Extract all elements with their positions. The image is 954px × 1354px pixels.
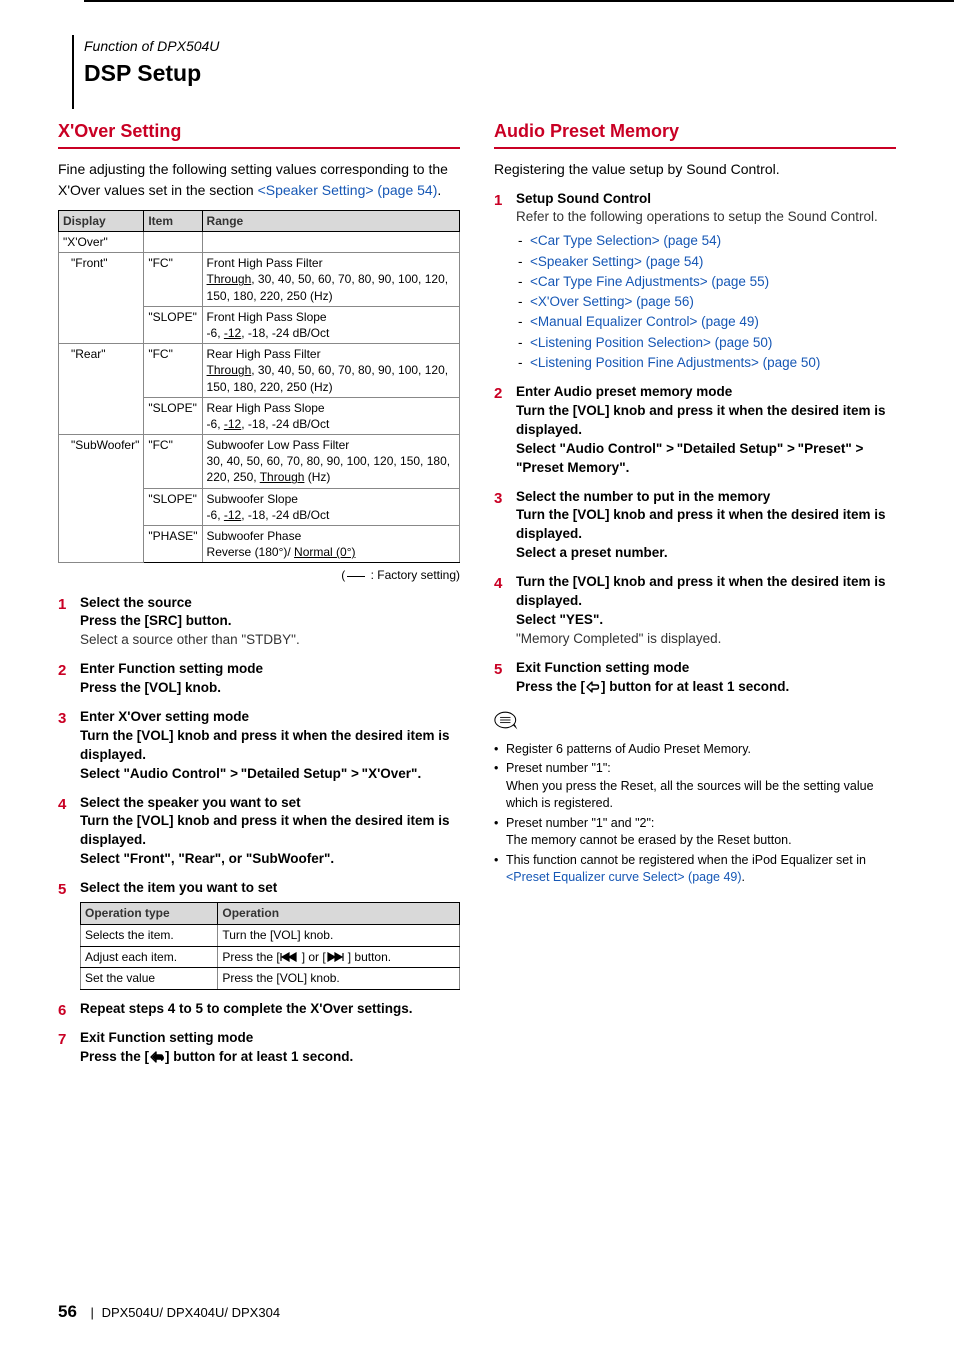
audio-preset-steps: Setup Sound Control Refer to the followi… bbox=[494, 190, 896, 697]
chevron-right-icon: > bbox=[351, 766, 358, 781]
step-6: Repeat steps 4 to 5 to complete the X'Ov… bbox=[58, 1000, 460, 1019]
return-icon bbox=[149, 1048, 165, 1067]
function-of-label: Function of DPX504U bbox=[84, 37, 896, 56]
intro-text-end: . bbox=[437, 182, 441, 198]
step-4: Turn the [VOL] knob and press it when th… bbox=[494, 573, 896, 649]
step-2: Enter Function setting mode Press the [V… bbox=[58, 660, 460, 698]
list-item: This function cannot be registered when … bbox=[494, 852, 896, 887]
step-3: Select the number to put in the memory T… bbox=[494, 488, 896, 564]
chevron-right-icon: > bbox=[787, 441, 794, 456]
step-3: Enter X'Over setting mode Turn the [VOL]… bbox=[58, 708, 460, 784]
reference-link[interactable]: <Listening Position Fine Adjustments> (p… bbox=[530, 355, 820, 370]
operation-table: Operation type Operation Selects the ite… bbox=[80, 902, 460, 990]
xover-range-table: Display Item Range "X'Over" "Front" "FC"… bbox=[58, 210, 460, 564]
page-number: 56 bbox=[58, 1302, 77, 1321]
list-item: Preset number "1" and "2":The memory can… bbox=[494, 815, 896, 850]
reference-link[interactable]: <Car Type Selection> (page 54) bbox=[530, 233, 721, 248]
list-item: Preset number "1":When you press the Res… bbox=[494, 760, 896, 813]
table-row: "Front" "FC" Front High Pass FilterThrou… bbox=[59, 253, 460, 307]
step-7: Exit Function setting mode Press the [] … bbox=[58, 1029, 460, 1067]
left-column: X'Over Setting Fine adjusting the follow… bbox=[58, 119, 460, 1077]
chevron-right-icon: > bbox=[856, 441, 863, 456]
factory-setting-note: ( : Factory setting) bbox=[58, 567, 460, 583]
list-item: Register 6 patterns of Audio Preset Memo… bbox=[494, 741, 896, 759]
audio-preset-section-title: Audio Preset Memory bbox=[494, 119, 896, 149]
reference-link-list: <Car Type Selection> (page 54) <Speaker … bbox=[516, 231, 896, 373]
reference-link[interactable]: <Listening Position Selection> (page 50) bbox=[530, 335, 772, 350]
skip-forward-icon bbox=[326, 950, 348, 964]
step-2: Enter Audio preset memory mode Turn the … bbox=[494, 383, 896, 477]
right-column: Audio Preset Memory Registering the valu… bbox=[494, 119, 896, 1077]
table-row: "X'Over" bbox=[59, 232, 460, 253]
return-icon bbox=[585, 678, 601, 697]
reference-link[interactable]: <Speaker Setting> (page 54) bbox=[530, 254, 703, 269]
step-5: Select the item you want to set Operatio… bbox=[58, 879, 460, 990]
table-row: Set the valuePress the [VOL] knob. bbox=[81, 968, 460, 990]
model-list: DPX504U/ DPX404U/ DPX304 bbox=[102, 1305, 280, 1320]
chevron-right-icon: > bbox=[230, 766, 237, 781]
page-title: DSP Setup bbox=[84, 58, 896, 89]
reference-link[interactable]: <Manual Equalizer Control> (page 49) bbox=[530, 314, 759, 329]
preset-eq-link[interactable]: <Preset Equalizer curve Select> (page 49… bbox=[506, 870, 742, 884]
xover-intro: Fine adjusting the following setting val… bbox=[58, 159, 460, 200]
notes-list: Register 6 patterns of Audio Preset Memo… bbox=[494, 741, 896, 887]
col-item: Item bbox=[144, 210, 202, 231]
col-range: Range bbox=[202, 210, 459, 231]
step-1: Select the source Press the [SRC] button… bbox=[58, 594, 460, 651]
info-icon bbox=[494, 710, 520, 735]
skip-back-icon bbox=[280, 950, 302, 964]
speaker-setting-link[interactable]: <Speaker Setting> (page 54) bbox=[258, 182, 438, 198]
page-footer: 56 | DPX504U/ DPX404U/ DPX304 bbox=[58, 1301, 280, 1324]
page-header: Function of DPX504U DSP Setup bbox=[72, 35, 896, 109]
table-row: "SubWoofer" "FC" Subwoofer Low Pass Filt… bbox=[59, 435, 460, 489]
table-row: Selects the item.Turn the [VOL] knob. bbox=[81, 924, 460, 946]
step-5: Exit Function setting mode Press the [] … bbox=[494, 659, 896, 697]
reference-link[interactable]: <X'Over Setting> (page 56) bbox=[530, 294, 694, 309]
xover-section-title: X'Over Setting bbox=[58, 119, 460, 149]
table-row: Adjust each item. Press the [] or [] but… bbox=[81, 946, 460, 968]
step-1: Setup Sound Control Refer to the followi… bbox=[494, 190, 896, 374]
col-display: Display bbox=[59, 210, 144, 231]
xover-steps: Select the source Press the [SRC] button… bbox=[58, 594, 460, 1067]
step-4: Select the speaker you want to set Turn … bbox=[58, 794, 460, 870]
audio-preset-intro: Registering the value setup by Sound Con… bbox=[494, 159, 896, 179]
chevron-right-icon: > bbox=[666, 441, 673, 456]
reference-link[interactable]: <Car Type Fine Adjustments> (page 55) bbox=[530, 274, 769, 289]
table-row: "Rear" "FC" Rear High Pass FilterThrough… bbox=[59, 344, 460, 398]
